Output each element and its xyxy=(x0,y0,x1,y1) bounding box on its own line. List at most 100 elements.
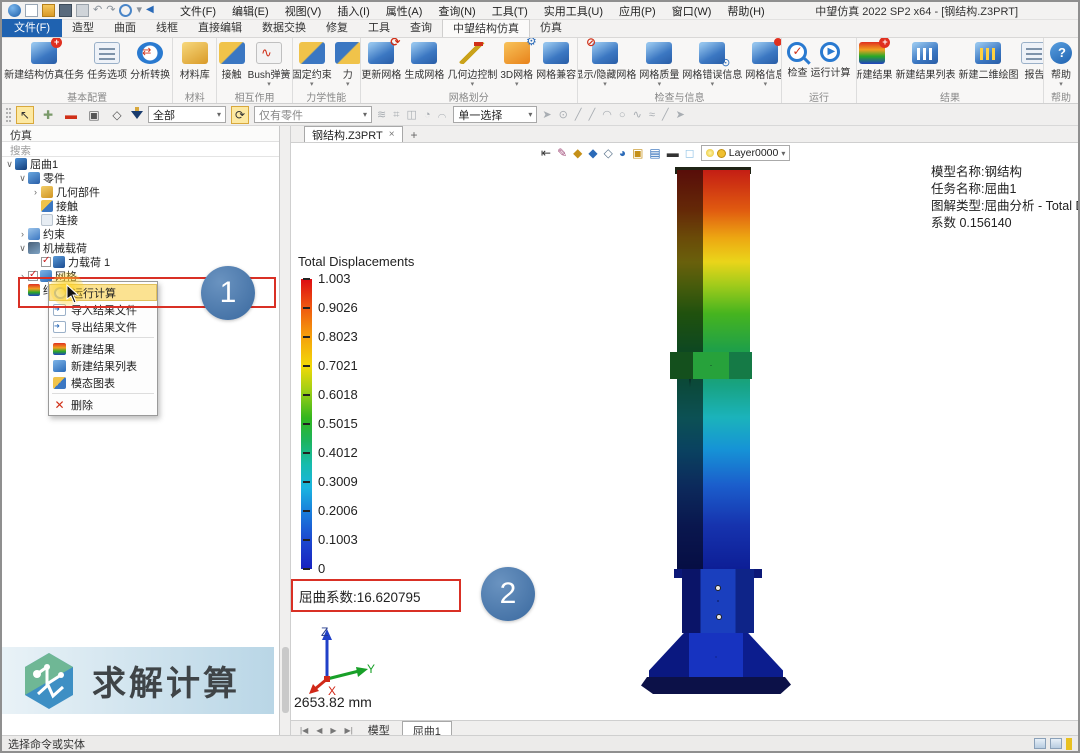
bush-spring-button[interactable]: Bush弹簧 xyxy=(247,42,292,88)
tree-item-constraints[interactable]: ›约束 xyxy=(2,227,279,241)
tree-item-mech-loads[interactable]: ∨机械载荷 xyxy=(2,241,279,255)
save-icon[interactable] xyxy=(59,4,72,17)
menu-attributes[interactable]: 属性(A) xyxy=(379,2,430,20)
menu-applications[interactable]: 应用(P) xyxy=(612,2,663,20)
add-tab-button[interactable]: + xyxy=(403,128,426,142)
display-mode-icon[interactable] xyxy=(1050,738,1062,749)
menu-window[interactable]: 窗口(W) xyxy=(665,2,719,20)
close-icon[interactable]: × xyxy=(389,129,395,140)
expander-icon[interactable]: › xyxy=(17,229,28,239)
run-calculation-button[interactable]: 运行计算 xyxy=(809,42,851,79)
force-button[interactable]: 力 xyxy=(334,42,361,88)
tab-tools[interactable]: 工具 xyxy=(358,19,400,37)
document-tab[interactable]: 钢结构.Z3PRT × xyxy=(304,126,403,142)
nav-next-button[interactable]: ▶ xyxy=(327,726,339,735)
expander-icon[interactable]: ∨ xyxy=(17,173,28,184)
task-options-button[interactable]: 任务选项 xyxy=(86,42,128,81)
remove-selection-icon[interactable]: ▬ xyxy=(62,106,80,124)
mesh-info-button[interactable]: 网格信息 xyxy=(744,42,782,88)
qat-dropdown-icon[interactable]: ▾ xyxy=(136,4,142,17)
mesh-error-info-button[interactable]: 网格错误信息 xyxy=(681,42,743,88)
redo-icon[interactable]: ↷ xyxy=(106,4,115,17)
analysis-convert-button[interactable]: 分析转换 xyxy=(129,42,171,81)
pick-mode-select[interactable]: 单一选择▾ xyxy=(453,106,537,123)
panel-tab-simulation[interactable]: 仿真 xyxy=(2,126,279,142)
report-button[interactable]: 报告 xyxy=(1020,42,1044,81)
menu-item-export-result[interactable]: 导出结果文件 xyxy=(49,318,157,335)
layers-icon[interactable]: ▤ xyxy=(649,146,660,160)
search-input[interactable]: 搜索 xyxy=(2,142,279,157)
scrollbar-thumb[interactable] xyxy=(282,647,289,713)
tab-surface[interactable]: 曲面 xyxy=(104,19,146,37)
layer-selector[interactable]: Layer0000 ▾ xyxy=(701,145,791,161)
section-view-icon[interactable]: ◕ xyxy=(619,146,626,160)
selection-ring-icon[interactable] xyxy=(119,4,132,17)
new-file-icon[interactable] xyxy=(25,4,38,17)
app-logo-icon[interactable] xyxy=(8,4,21,17)
draw-tools-strip[interactable]: ➤ ⊙ ╱ ╱ ◠ ○ ∿ ≈ ╱ ➤ xyxy=(542,108,687,121)
view-cube-icon[interactable]: ◆ xyxy=(588,146,597,160)
file-menu-button[interactable]: 文件(F) xyxy=(2,19,62,37)
expander-icon[interactable]: ∨ xyxy=(17,243,28,254)
tab-repair[interactable]: 修复 xyxy=(316,19,358,37)
new-sim-task-button[interactable]: 新建结构仿真任务 xyxy=(3,42,85,81)
menu-item-new-result-list[interactable]: 新建结果列表 xyxy=(49,357,157,374)
menu-inquire[interactable]: 查询(N) xyxy=(431,2,482,20)
panel-splitter[interactable] xyxy=(280,126,291,739)
tree-item-connection[interactable]: 连接 xyxy=(2,213,279,227)
menu-utilities[interactable]: 实用工具(U) xyxy=(537,2,610,20)
mesh-3d-button[interactable]: 3D网格 xyxy=(499,42,534,88)
nav-first-button[interactable]: |◀ xyxy=(297,726,311,735)
checkbox-checked[interactable] xyxy=(41,257,51,267)
menu-item-modal-chart[interactable]: 模态图表 xyxy=(49,374,157,391)
show-hide-mesh-button[interactable]: 显示/隐藏网格 xyxy=(578,42,638,88)
checkbox-checked[interactable] xyxy=(28,271,38,281)
select-cursor-icon[interactable]: ↖ xyxy=(16,106,34,124)
menu-tools[interactable]: 工具(T) xyxy=(485,2,535,20)
new-2d-plot-button[interactable]: 新建二维绘图 xyxy=(957,42,1019,81)
menu-file[interactable]: 文件(F) xyxy=(173,2,223,20)
update-mesh-button[interactable]: 更新网格 xyxy=(361,42,403,81)
filter-icon[interactable] xyxy=(131,111,143,119)
background-icon[interactable]: ▣ xyxy=(632,146,643,160)
box-select-icon[interactable]: ▣ xyxy=(85,106,103,124)
menu-help[interactable]: 帮助(H) xyxy=(720,2,771,20)
mesh-compat-button[interactable]: 网格兼容 xyxy=(535,42,577,81)
fixed-constraint-button[interactable]: 固定约束 xyxy=(293,42,333,88)
dark-bar-icon[interactable]: ▬ xyxy=(667,146,679,160)
viewport[interactable]: ⇤ ✎ ◆ ◆ ◇ ◕ ▣ ▤ ▬ ◻ Layer0000 ▾ xyxy=(291,143,1078,720)
tab-data-exchange[interactable]: 数据交换 xyxy=(252,19,316,37)
tab-inquire[interactable]: 查询 xyxy=(400,19,442,37)
polygon-select-icon[interactable]: ◇ xyxy=(108,106,126,124)
tab-simulation[interactable]: 仿真 xyxy=(530,19,572,37)
grid-view-icon[interactable] xyxy=(1034,738,1046,749)
tab-structural-simulation[interactable]: 中望结构仿真 xyxy=(442,19,530,37)
new-result-list-button[interactable]: 新建结果列表 xyxy=(894,42,956,81)
pane-icon[interactable]: ◻ xyxy=(685,146,695,160)
mesh-quality-button[interactable]: 网格质量 xyxy=(638,42,680,88)
menu-edit[interactable]: 编辑(E) xyxy=(225,2,276,20)
tree-item-buckling1[interactable]: ∨屈曲1 xyxy=(2,157,279,171)
edge-control-button[interactable]: 几何边控制 xyxy=(446,42,498,88)
help-button[interactable]: 帮助 xyxy=(1049,42,1073,88)
add-selection-icon[interactable]: ✚ xyxy=(39,106,57,124)
tree-item-parts[interactable]: ∨零件 xyxy=(2,171,279,185)
tree-item-contact[interactable]: 接触 xyxy=(2,199,279,213)
material-library-button[interactable]: 材料库 xyxy=(179,42,211,81)
tab-wireframe[interactable]: 线框 xyxy=(146,19,188,37)
generate-mesh-button[interactable]: 生成网格 xyxy=(403,42,445,81)
undo-icon[interactable]: ↶ xyxy=(93,4,102,17)
toolbar-grip[interactable] xyxy=(6,108,11,122)
refresh-filter-icon[interactable]: ⟳ xyxy=(231,106,249,124)
filter-select[interactable]: 仅有零件▾ xyxy=(254,106,372,123)
view-tools-strip[interactable]: ≋ ⌗ ◫ ◔ ⌒ xyxy=(377,108,448,122)
contact-button[interactable]: 接触 xyxy=(218,42,246,81)
new-result-button[interactable]: 新建结果 xyxy=(857,42,894,81)
wireframe-sphere-icon[interactable]: ◇ xyxy=(604,146,613,160)
check-button[interactable]: 检查 xyxy=(786,42,808,79)
expander-icon[interactable]: › xyxy=(30,187,41,197)
print-icon[interactable] xyxy=(76,4,89,17)
shade-cube-icon[interactable]: ◆ xyxy=(573,146,582,160)
menu-insert[interactable]: 插入(I) xyxy=(330,2,376,20)
tree-item-geometry[interactable]: ›几何部件 xyxy=(2,185,279,199)
